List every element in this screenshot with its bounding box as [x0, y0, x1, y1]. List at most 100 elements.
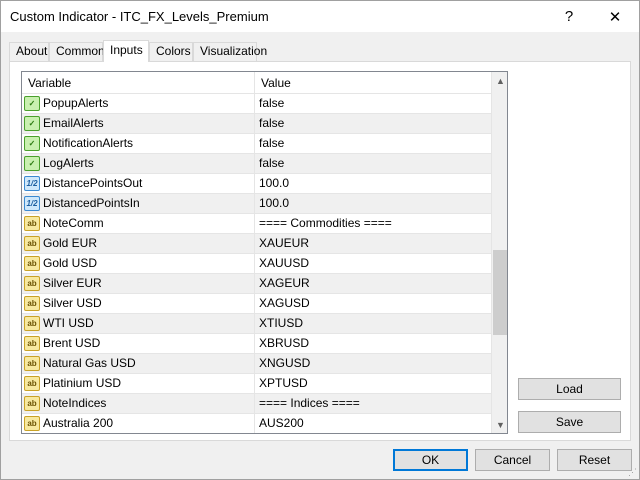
value-cell[interactable]: XAUEUR — [255, 234, 491, 253]
value-cell[interactable]: false — [255, 114, 491, 133]
value-cell[interactable]: XPTUSD — [255, 374, 491, 393]
table-row[interactable]: ab WTI USD XTIUSD — [22, 314, 491, 334]
value-cell[interactable]: XAUUSD — [255, 254, 491, 273]
string-icon: ab — [24, 236, 40, 251]
table-row[interactable]: ab Brent USD XBRUSD — [22, 334, 491, 354]
variable-name: Silver USD — [43, 296, 102, 310]
variable-cell: ab Gold EUR — [22, 234, 255, 253]
value-cell[interactable]: ==== Commodities ==== — [255, 214, 491, 233]
value-cell[interactable]: ==== Indices ==== — [255, 394, 491, 413]
column-header-variable[interactable]: Variable — [22, 72, 255, 94]
value-cell[interactable]: XNGUSD — [255, 354, 491, 373]
tab-visualization[interactable]: Visualization — [193, 42, 267, 61]
table-row[interactable]: ab Silver EUR XAGEUR — [22, 274, 491, 294]
table-row[interactable]: ab Gold EUR XAUEUR — [22, 234, 491, 254]
bool-icon: ✓ — [24, 156, 40, 171]
window-title: Custom Indicator - ITC_FX_Levels_Premium — [10, 9, 269, 24]
double-icon: 1/2 — [24, 196, 40, 211]
tab-common[interactable]: Common — [49, 42, 105, 61]
resize-grip-icon[interactable]: ⋰ — [627, 467, 637, 477]
vertical-scrollbar[interactable]: ▲ ▼ — [491, 72, 507, 433]
column-header-value[interactable]: Value — [255, 72, 491, 94]
value-cell[interactable]: 100.0 — [255, 174, 491, 193]
value-cell[interactable]: 100.0 — [255, 194, 491, 213]
value-cell[interactable]: AUS200 — [255, 414, 491, 433]
help-button[interactable]: ? — [546, 1, 592, 32]
inputs-list[interactable]: Variable Value ✓ PopupAlerts false ✓ EmailAl… — [21, 71, 508, 434]
variable-name: Platinium USD — [43, 376, 122, 390]
table-row[interactable]: 1/2 DistancedPointsIn 100.0 — [22, 194, 491, 214]
double-icon: 1/2 — [24, 176, 40, 191]
table-row[interactable]: ab Australia 200 AUS200 — [22, 414, 491, 433]
string-icon: ab — [24, 416, 40, 431]
variable-name: Silver EUR — [43, 276, 102, 290]
value-cell[interactable]: XAGUSD — [255, 294, 491, 313]
string-icon: ab — [24, 316, 40, 331]
variable-cell: ✓ PopupAlerts — [22, 94, 255, 113]
tab-inputs[interactable]: Inputs — [103, 40, 149, 62]
variable-cell: 1/2 DistancePointsOut — [22, 174, 255, 193]
string-icon: ab — [24, 336, 40, 351]
bool-icon: ✓ — [24, 116, 40, 131]
variable-name: Natural Gas USD — [43, 356, 136, 370]
close-button[interactable]: ✕ — [592, 1, 638, 32]
variable-cell: ab WTI USD — [22, 314, 255, 333]
variable-name: PopupAlerts — [43, 96, 109, 110]
cancel-button[interactable]: Cancel — [475, 449, 550, 471]
scroll-down-arrow-icon[interactable]: ▼ — [492, 416, 507, 433]
variable-cell: ab Natural Gas USD — [22, 354, 255, 373]
variable-cell: ab Silver USD — [22, 294, 255, 313]
variable-cell: ab NoteIndices — [22, 394, 255, 413]
table-row[interactable]: ✓ EmailAlerts false — [22, 114, 491, 134]
variable-name: Brent USD — [43, 336, 101, 350]
variable-name: NoteIndices — [43, 396, 107, 410]
table-row[interactable]: ✓ LogAlerts false — [22, 154, 491, 174]
list-rows: ✓ PopupAlerts false ✓ EmailAlerts false ✓ Notif… — [22, 94, 491, 433]
table-row[interactable]: ab Platinium USD XPTUSD — [22, 374, 491, 394]
variable-name: NoteComm — [43, 216, 104, 230]
value-cell[interactable]: false — [255, 134, 491, 153]
list-header: Variable Value — [22, 72, 491, 94]
load-button[interactable]: Load — [518, 378, 621, 400]
variable-cell: ✓ NotificationAlerts — [22, 134, 255, 153]
variable-name: Australia 200 — [43, 416, 114, 430]
table-row[interactable]: ✓ PopupAlerts false — [22, 94, 491, 114]
variable-cell: 1/2 DistancedPointsIn — [22, 194, 255, 213]
variable-name: DistancedPointsIn — [43, 196, 140, 210]
string-icon: ab — [24, 356, 40, 371]
value-cell[interactable]: false — [255, 94, 491, 113]
value-cell[interactable]: false — [255, 154, 491, 173]
variable-name: Gold EUR — [43, 236, 98, 250]
value-cell[interactable]: XTIUSD — [255, 314, 491, 333]
bool-icon: ✓ — [24, 96, 40, 111]
table-row[interactable]: ab NoteComm ==== Commodities ==== — [22, 214, 491, 234]
value-cell[interactable]: XBRUSD — [255, 334, 491, 353]
variable-name: EmailAlerts — [43, 116, 104, 130]
table-row[interactable]: ab NoteIndices ==== Indices ==== — [22, 394, 491, 414]
table-row[interactable]: 1/2 DistancePointsOut 100.0 — [22, 174, 491, 194]
table-row[interactable]: ab Natural Gas USD XNGUSD — [22, 354, 491, 374]
dialog-window: Custom Indicator - ITC_FX_Levels_Premium… — [0, 0, 640, 480]
variable-name: WTI USD — [43, 316, 94, 330]
variable-cell: ab Australia 200 — [22, 414, 255, 433]
tab-about[interactable]: About — [9, 42, 49, 61]
string-icon: ab — [24, 396, 40, 411]
variable-cell: ab Silver EUR — [22, 274, 255, 293]
value-cell[interactable]: XAGEUR — [255, 274, 491, 293]
string-icon: ab — [24, 296, 40, 311]
variable-cell: ✓ EmailAlerts — [22, 114, 255, 133]
table-row[interactable]: ✓ NotificationAlerts false — [22, 134, 491, 154]
variable-cell: ab Platinium USD — [22, 374, 255, 393]
scroll-up-arrow-icon[interactable]: ▲ — [492, 72, 507, 89]
variable-cell: ✓ LogAlerts — [22, 154, 255, 173]
table-row[interactable]: ab Silver USD XAGUSD — [22, 294, 491, 314]
variable-cell: ab Brent USD — [22, 334, 255, 353]
table-row[interactable]: ab Gold USD XAUUSD — [22, 254, 491, 274]
tab-colors[interactable]: Colors — [149, 42, 193, 61]
string-icon: ab — [24, 216, 40, 231]
save-button[interactable]: Save — [518, 411, 621, 433]
reset-button[interactable]: Reset — [557, 449, 632, 471]
ok-button[interactable]: OK — [393, 449, 468, 471]
scrollbar-thumb[interactable] — [493, 250, 507, 335]
variable-name: DistancePointsOut — [43, 176, 143, 190]
